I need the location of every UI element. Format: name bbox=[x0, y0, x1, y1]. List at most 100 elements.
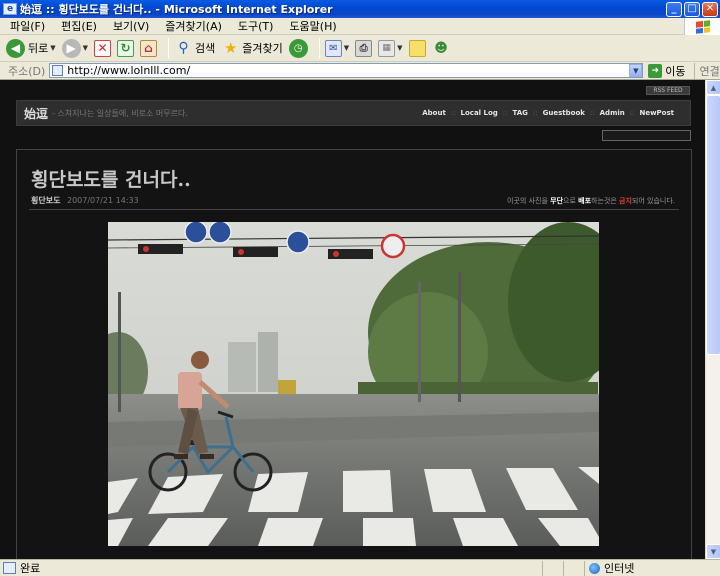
menu-help[interactable]: 도움말(H) bbox=[283, 18, 346, 34]
menu-bar: 파일(F) 편집(E) 보기(V) 즐겨찾기(A) 도구(T) 도움말(H) bbox=[0, 18, 720, 35]
nav-guestbook[interactable]: Guestbook bbox=[543, 109, 585, 117]
vertical-scrollbar[interactable]: ▲ ▼ bbox=[705, 80, 720, 559]
nav-separator: :: bbox=[532, 109, 538, 117]
nav-separator: :: bbox=[629, 109, 635, 117]
zone-text: 인터넷 bbox=[604, 562, 635, 575]
post-photo bbox=[108, 222, 599, 546]
refresh-icon: ↻ bbox=[117, 39, 135, 57]
blog-search-input[interactable] bbox=[602, 130, 691, 141]
chevron-down-icon[interactable]: ▼ bbox=[344, 44, 349, 52]
go-button[interactable]: ➜ 이동 bbox=[648, 63, 686, 79]
go-label: 이동 bbox=[665, 64, 686, 78]
nav-separator: :: bbox=[450, 109, 456, 117]
home-icon: ⌂ bbox=[140, 39, 158, 57]
blog-header: 始逗 - 스쳐지나는 일상들에, 비로소 머무르다. About :: Loca… bbox=[16, 100, 691, 126]
status-divider bbox=[542, 560, 543, 576]
go-arrow-icon: ➜ bbox=[648, 63, 663, 78]
blog-name[interactable]: 始逗 bbox=[24, 105, 48, 122]
forward-arrow-icon: ▶ bbox=[61, 38, 81, 58]
blog-tagline: - 스쳐지나는 일상들에, 비로소 머무르다. bbox=[52, 108, 188, 118]
note-icon bbox=[408, 39, 426, 57]
stop-button[interactable]: ✕ bbox=[94, 39, 112, 57]
nav-newpost[interactable]: NewPost bbox=[639, 109, 674, 117]
notice-text: 하는것은 bbox=[591, 197, 620, 205]
post-category[interactable]: 횡단보도 bbox=[31, 196, 60, 205]
rss-feed-button[interactable]: RSS FEED bbox=[646, 86, 690, 95]
nav-admin[interactable]: Admin bbox=[600, 109, 625, 117]
menu-favorites[interactable]: 즐겨찾기(A) bbox=[159, 18, 232, 34]
messenger-icon: ☻ bbox=[434, 40, 448, 56]
page-viewport: RSS FEED 始逗 - 스쳐지나는 일상들에, 비로소 머무르다. Abou… bbox=[0, 80, 705, 559]
stop-icon: ✕ bbox=[94, 39, 112, 57]
scroll-up-button[interactable]: ▲ bbox=[706, 80, 720, 95]
mail-icon: ✉ bbox=[324, 39, 342, 57]
toolbar-separator bbox=[318, 38, 320, 58]
search-label: 검색 bbox=[195, 42, 216, 55]
title-bar: e 始逗 :: 횡단보도를 건너다.. - Microsoft Internet… bbox=[0, 0, 720, 18]
address-bar: 주소(D) ▼ ➜ 이동 연결 bbox=[0, 62, 720, 80]
toolbar-separator bbox=[168, 38, 170, 58]
edit-icon: ▦ bbox=[378, 39, 396, 57]
search-icon: ⚲ bbox=[178, 40, 189, 56]
window-title: 始逗 :: 횡단보도를 건너다.. - Microsoft Internet E… bbox=[20, 3, 333, 16]
scrollbar-thumb[interactable] bbox=[706, 95, 720, 355]
address-label: 주소(D) bbox=[8, 64, 46, 78]
discuss-button[interactable] bbox=[408, 39, 426, 57]
forward-button[interactable]: ▶ ▼ bbox=[61, 38, 88, 58]
post-title[interactable]: 횡단보도를 건너다.. bbox=[31, 165, 191, 192]
nav-separator: :: bbox=[502, 109, 508, 117]
notice-text: 이곳의 사진을 bbox=[507, 197, 551, 205]
copyright-notice: 이곳의 사진을 무단으로 배포하는것은 금지되어 있습니다. bbox=[507, 196, 675, 206]
mail-button[interactable]: ✉ ▼ bbox=[324, 39, 349, 57]
chevron-down-icon[interactable]: ▼ bbox=[629, 64, 643, 77]
back-label: 뒤로 bbox=[28, 42, 49, 55]
chevron-down-icon[interactable]: ▼ bbox=[397, 44, 402, 52]
print-button[interactable]: ⎙ bbox=[355, 39, 373, 57]
blog-post: 횡단보도를 건너다.. 횡단보도 2007/07/21 14:33 이곳의 사진… bbox=[16, 149, 692, 559]
notice-text: 으로 bbox=[563, 197, 579, 205]
edit-button[interactable]: ▦ ▼ bbox=[378, 39, 403, 57]
back-arrow-icon: ◀ bbox=[6, 38, 25, 58]
favorites-button[interactable]: ★ 즐겨찾기 bbox=[221, 39, 283, 58]
messenger-button[interactable]: ☻ bbox=[432, 39, 451, 58]
close-button[interactable]: ✕ bbox=[702, 1, 718, 17]
home-button[interactable]: ⌂ bbox=[140, 39, 158, 57]
page-icon bbox=[52, 65, 64, 76]
star-icon: ★ bbox=[224, 39, 238, 57]
nav-tag[interactable]: TAG bbox=[513, 109, 528, 117]
links-label[interactable]: 연결 bbox=[693, 62, 720, 79]
post-divider bbox=[29, 209, 679, 210]
notice-text: 되어 있습니다. bbox=[631, 197, 675, 205]
nav-local-log[interactable]: Local Log bbox=[461, 109, 498, 117]
status-divider bbox=[563, 560, 564, 576]
history-icon: ◷ bbox=[288, 38, 308, 58]
globe-icon bbox=[589, 562, 600, 574]
menu-view[interactable]: 보기(V) bbox=[107, 18, 159, 34]
history-button[interactable]: ◷ bbox=[288, 38, 308, 58]
windows-logo bbox=[684, 18, 720, 35]
favorites-label: 즐겨찾기 bbox=[242, 42, 283, 55]
status-bar: 완료 인터넷 bbox=[0, 559, 720, 576]
nav-about[interactable]: About bbox=[422, 109, 446, 117]
post-date: 2007/07/21 14:33 bbox=[67, 196, 139, 205]
search-button[interactable]: ⚲ 검색 bbox=[174, 39, 215, 58]
menu-tools[interactable]: 도구(T) bbox=[232, 18, 284, 34]
notice-warning: 금지 bbox=[619, 197, 632, 205]
scroll-down-button[interactable]: ▼ bbox=[706, 544, 720, 559]
back-button[interactable]: ◀ 뒤로 ▼ bbox=[6, 38, 56, 58]
address-input[interactable] bbox=[67, 64, 630, 77]
ie-icon: e bbox=[3, 3, 17, 15]
page-done-icon bbox=[3, 562, 16, 574]
menu-edit[interactable]: 편집(E) bbox=[55, 18, 107, 34]
nav-separator: :: bbox=[589, 109, 595, 117]
chevron-down-icon[interactable]: ▼ bbox=[50, 44, 55, 52]
address-box[interactable]: ▼ bbox=[49, 63, 644, 78]
windows-flag-icon bbox=[695, 19, 710, 34]
blog-nav: About :: Local Log :: TAG :: Guestbook :… bbox=[422, 109, 674, 117]
menu-file[interactable]: 파일(F) bbox=[4, 18, 55, 34]
refresh-button[interactable]: ↻ bbox=[117, 39, 135, 57]
post-meta: 횡단보도 2007/07/21 14:33 bbox=[31, 195, 139, 206]
chevron-down-icon[interactable]: ▼ bbox=[83, 44, 88, 52]
maximize-button[interactable]: □ bbox=[684, 1, 700, 17]
minimize-button[interactable]: _ bbox=[666, 1, 682, 17]
